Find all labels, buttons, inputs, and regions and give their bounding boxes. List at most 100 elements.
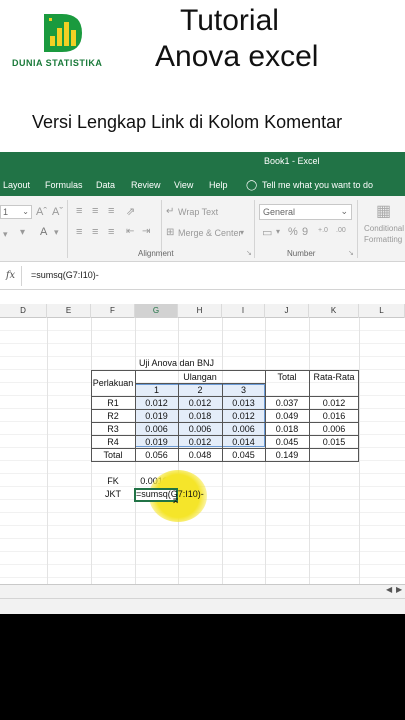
accounting-chevron-icon[interactable]: ▾	[276, 227, 280, 236]
table-cell[interactable]: 0.006	[178, 423, 222, 436]
number-format-value: General	[263, 207, 296, 217]
align-top-icon[interactable]: ≡	[76, 205, 82, 217]
number-launcher-icon[interactable]: ↘	[348, 249, 354, 257]
orientation-icon[interactable]: ⇗	[126, 205, 135, 218]
tab-review[interactable]: Review	[131, 180, 161, 190]
conditional-formatting-icon[interactable]: ▦	[376, 201, 391, 221]
formula-input[interactable]: =sumsq(G7:I10)-	[31, 270, 99, 280]
tab-view[interactable]: View	[174, 180, 193, 190]
table-cell[interactable]: 0.012	[309, 397, 359, 410]
black-area	[0, 614, 405, 720]
header-ulangan-3: 3	[240, 385, 246, 395]
table-cell[interactable]: 0.045	[265, 436, 309, 449]
table-title: Uji Anova dan BNJ	[139, 358, 215, 368]
table-cell[interactable]: 0.045	[222, 449, 265, 462]
table-cell[interactable]: 0.006	[135, 423, 178, 436]
font-color-dropdown-icon[interactable]: ▾	[20, 227, 25, 238]
fk-label[interactable]: FK	[91, 475, 135, 488]
ribbon: 1 ⌄ Aˆ Aˇ ▾ ▾ A ▾ ≡ ≡ ≡ ⇗ ≡ ≡ ≡ ⇤ ⇥ ↵ Wr…	[0, 196, 405, 262]
table-cell[interactable]: 0.019	[135, 436, 178, 449]
column-header-i[interactable]: I	[222, 304, 265, 318]
header-ulangan-2: 2	[197, 385, 203, 395]
outdent-icon[interactable]: ⇥	[142, 226, 150, 237]
column-header-k[interactable]: K	[309, 304, 359, 318]
font-color-icon[interactable]: A	[40, 226, 47, 238]
column-header-g[interactable]: G	[135, 304, 178, 318]
font-size-value: 1	[3, 207, 9, 217]
tab-layout[interactable]: Layout	[3, 180, 30, 190]
table-cell[interactable]: 0.012	[222, 410, 265, 423]
comma-style-button[interactable]: 9	[302, 226, 308, 238]
table-cell[interactable]: 0.015	[309, 436, 359, 449]
scroll-right-icon[interactable]: ▶	[396, 585, 402, 594]
accounting-format-icon[interactable]: ▭	[262, 226, 272, 239]
table-cell[interactable]: 0.014	[222, 436, 265, 449]
number-format-select[interactable]: General ⌄	[259, 204, 352, 220]
table-cell[interactable]: 0.006	[309, 423, 359, 436]
merge-center-button[interactable]: Merge & Center	[178, 228, 242, 238]
table-cell[interactable]: 0.016	[309, 410, 359, 423]
row-label[interactable]: R2	[91, 410, 135, 423]
ribbon-separator	[357, 200, 358, 258]
tell-me-search[interactable]: Tell me what you want to do	[262, 180, 373, 190]
tab-formulas[interactable]: Formulas	[45, 180, 83, 190]
wrap-text-button[interactable]: Wrap Text	[178, 207, 218, 217]
row-label[interactable]: R1	[91, 397, 135, 410]
jkt-label[interactable]: JKT	[91, 488, 135, 501]
table-cell[interactable]: 0.149	[265, 449, 309, 462]
increase-font-icon[interactable]: Aˆ	[36, 206, 47, 218]
column-header-e[interactable]: E	[47, 304, 91, 318]
increase-decimal-button[interactable]: +.0	[318, 227, 328, 234]
column-header-f[interactable]: F	[91, 304, 135, 318]
header-ulangan: Ulangan	[183, 372, 217, 382]
table-cell[interactable]: 0.056	[135, 449, 178, 462]
wrap-text-icon[interactable]: ↵	[166, 206, 174, 217]
align-middle-icon[interactable]: ≡	[92, 205, 98, 217]
tab-data[interactable]: Data	[96, 180, 115, 190]
column-header-h[interactable]: H	[178, 304, 222, 318]
table-cell[interactable]: 0.019	[135, 410, 178, 423]
indent-icon[interactable]: ⇤	[126, 226, 134, 237]
alignment-launcher-icon[interactable]: ↘	[246, 249, 252, 257]
scroll-left-icon[interactable]: ◀	[386, 585, 392, 594]
column-header-l[interactable]: L	[359, 304, 405, 318]
conditional-formatting-label-2[interactable]: Formatting	[364, 235, 402, 244]
merge-center-icon[interactable]: ⊞	[166, 227, 174, 238]
column-header-d[interactable]: D	[0, 304, 47, 318]
table-cell[interactable]: 0.049	[265, 410, 309, 423]
status-bar	[0, 598, 405, 614]
decrease-font-icon[interactable]: Aˇ	[52, 206, 63, 218]
table-cell[interactable]: 0.048	[178, 449, 222, 462]
table-cell[interactable]: 0.012	[135, 397, 178, 410]
tab-help[interactable]: Help	[209, 180, 228, 190]
font-size-box[interactable]: 1 ⌄	[0, 205, 32, 219]
conditional-formatting-label-1[interactable]: Conditional	[364, 224, 404, 233]
table-cell[interactable]: 0.012	[178, 436, 222, 449]
table-cell[interactable]: 0.013	[222, 397, 265, 410]
align-right-icon[interactable]: ≡	[108, 226, 114, 238]
percent-style-button[interactable]: %	[288, 226, 298, 238]
row-label[interactable]: R4	[91, 436, 135, 449]
row-label[interactable]: R3	[91, 423, 135, 436]
chevron-down-icon: ⌄	[22, 207, 29, 216]
table-cell[interactable]: 0.006	[222, 423, 265, 436]
align-center-icon[interactable]: ≡	[92, 226, 98, 238]
table-cell[interactable]: 0.018	[265, 423, 309, 436]
alignment-group-label: Alignment	[138, 249, 174, 258]
table-cell[interactable]: 0.037	[265, 397, 309, 410]
row-label[interactable]: Total	[91, 449, 135, 462]
font-color-chevron-icon[interactable]: ▾	[54, 227, 59, 238]
sheet-scroll-bar[interactable]: ◀ ▶	[0, 584, 405, 598]
table-cell[interactable]: 0.012	[178, 397, 222, 410]
video-title-line1: Tutorial	[180, 4, 279, 37]
fx-icon[interactable]: fx	[0, 266, 22, 286]
align-bottom-icon[interactable]: ≡	[108, 205, 114, 217]
text-cursor-icon: ⌅	[171, 494, 181, 506]
align-left-icon[interactable]: ≡	[76, 226, 82, 238]
fill-dropdown-icon[interactable]: ▾	[3, 229, 8, 240]
column-header-j[interactable]: J	[265, 304, 309, 318]
decrease-decimal-button[interactable]: .00	[336, 227, 346, 234]
table-cell[interactable]: 0.018	[178, 410, 222, 423]
formula-bar: fx =sumsq(G7:I10)-	[0, 262, 405, 290]
merge-chevron-icon[interactable]: ▾	[240, 228, 244, 237]
